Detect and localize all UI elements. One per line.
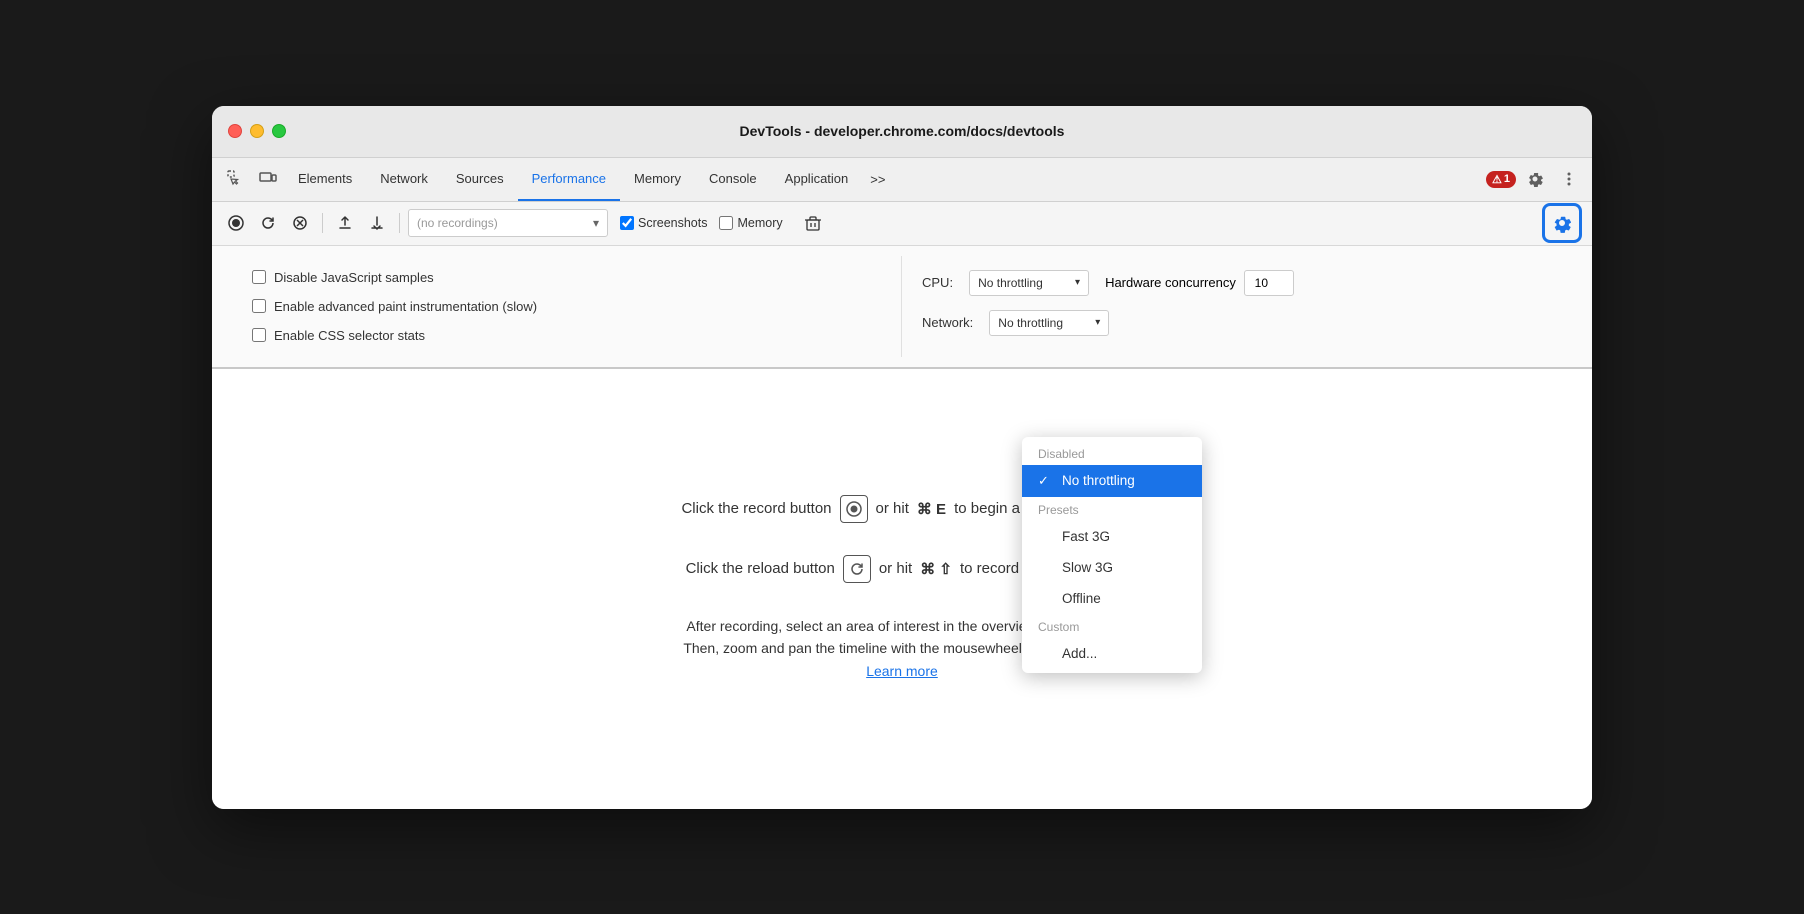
cpu-row: CPU: No throttling ▾ Hardware concurrenc… — [922, 264, 1552, 302]
download-button[interactable] — [363, 209, 391, 237]
slow-3g-option[interactable]: Slow 3G — [1022, 552, 1202, 583]
network-field: Network: No throttling ▾ — [922, 310, 1552, 336]
css-selector-checkbox[interactable] — [252, 328, 266, 342]
toolbar-separator-1 — [322, 213, 323, 233]
recordings-dropdown[interactable]: (no recordings) ▾ — [408, 209, 608, 237]
error-icon: ⚠ — [1492, 173, 1502, 186]
settings-panel: Disable JavaScript samples Enable advanc… — [212, 246, 1592, 369]
network-throttling-dropdown[interactable]: No throttling ▾ — [989, 310, 1109, 336]
css-selector-label[interactable]: Enable CSS selector stats — [252, 328, 572, 343]
toolbar-right — [1542, 203, 1582, 243]
titlebar: DevTools - developer.chrome.com/docs/dev… — [212, 106, 1592, 158]
screenshots-checkbox[interactable] — [620, 216, 634, 230]
adv-paint-row: Enable advanced paint instrumentation (s… — [252, 293, 881, 320]
no-throttling-option[interactable]: ✓ No throttling — [1022, 465, 1202, 497]
close-button[interactable] — [228, 124, 242, 138]
capture-settings-button[interactable] — [1542, 203, 1582, 243]
js-samples-row: Disable JavaScript samples — [252, 264, 881, 291]
checkmark-icon: ✓ — [1038, 473, 1054, 489]
memory-checkbox-label[interactable]: Memory — [719, 216, 782, 230]
disabled-section-label: Disabled — [1022, 441, 1202, 465]
hardware-concurrency-input[interactable] — [1244, 270, 1294, 296]
reload-record-button[interactable] — [254, 209, 282, 237]
chevron-down-icon: ▾ — [593, 216, 599, 230]
hardware-concurrency-field: Hardware concurrency — [1105, 270, 1294, 296]
toolbar-options: Screenshots Memory — [620, 209, 827, 237]
adv-paint-label[interactable]: Enable advanced paint instrumentation (s… — [252, 299, 572, 314]
window-title: DevTools - developer.chrome.com/docs/dev… — [740, 123, 1065, 139]
network-throttling-menu: Disabled ✓ No throttling Presets Fast 3G… — [1022, 437, 1202, 673]
clear-button[interactable] — [286, 209, 314, 237]
record-button[interactable] — [222, 209, 250, 237]
network-label: Network: — [922, 315, 973, 330]
tab-sources[interactable]: Sources — [442, 157, 518, 201]
traffic-lights — [228, 124, 286, 138]
tab-memory[interactable]: Memory — [620, 157, 695, 201]
presets-section-label: Presets — [1022, 497, 1202, 521]
garbage-collect-button[interactable] — [799, 209, 827, 237]
fast-3g-option[interactable]: Fast 3G — [1022, 521, 1202, 552]
reload-kbd-icon — [843, 555, 871, 583]
toolbar-separator-2 — [399, 213, 400, 233]
cpu-label: CPU: — [922, 275, 953, 290]
learn-more-link[interactable]: Learn more — [866, 663, 938, 679]
memory-checkbox[interactable] — [719, 216, 733, 230]
disable-js-label[interactable]: Disable JavaScript samples — [252, 270, 572, 285]
more-tabs-button[interactable]: >> — [862, 166, 893, 193]
main-content: Disabled ✓ No throttling Presets Fast 3G… — [212, 369, 1592, 809]
tab-elements[interactable]: Elements — [284, 157, 366, 201]
record-kbd-icon — [840, 495, 868, 523]
cpu-field: CPU: No throttling ▾ Hardware concurrenc… — [922, 270, 1552, 296]
offline-option[interactable]: Offline — [1022, 583, 1202, 614]
maximize-button[interactable] — [272, 124, 286, 138]
more-options-button[interactable] — [1554, 164, 1584, 194]
settings-left-col: Disable JavaScript samples Enable advanc… — [232, 256, 902, 357]
disable-js-checkbox[interactable] — [252, 270, 266, 284]
tab-performance[interactable]: Performance — [518, 157, 620, 201]
settings-grid: Disable JavaScript samples Enable advanc… — [232, 256, 1572, 357]
screenshots-checkbox-label[interactable]: Screenshots — [620, 216, 707, 230]
performance-toolbar: (no recordings) ▾ Screenshots Memory — [212, 202, 1592, 246]
settings-right-col: CPU: No throttling ▾ Hardware concurrenc… — [902, 256, 1572, 357]
device-toggle-icon[interactable] — [252, 163, 284, 195]
tabbar-right: ⚠ 1 — [1486, 164, 1584, 194]
adv-paint-checkbox[interactable] — [252, 299, 266, 313]
error-badge[interactable]: ⚠ 1 — [1486, 171, 1516, 188]
settings-button[interactable] — [1520, 164, 1550, 194]
minimize-button[interactable] — [250, 124, 264, 138]
tab-network[interactable]: Network — [366, 157, 442, 201]
tab-console[interactable]: Console — [695, 157, 771, 201]
tab-application[interactable]: Application — [771, 157, 863, 201]
network-dropdown-chevron: ▾ — [1095, 317, 1100, 328]
custom-section-label: Custom — [1022, 614, 1202, 638]
css-selector-row: Enable CSS selector stats — [252, 322, 881, 349]
network-row: Network: No throttling ▾ — [922, 304, 1552, 342]
cpu-dropdown-chevron: ▾ — [1075, 277, 1080, 288]
devtools-window: DevTools - developer.chrome.com/docs/dev… — [212, 106, 1592, 809]
cpu-throttling-dropdown[interactable]: No throttling ▾ — [969, 270, 1089, 296]
add-option[interactable]: Add... — [1022, 638, 1202, 669]
inspect-icon[interactable] — [220, 163, 252, 195]
upload-button[interactable] — [331, 209, 359, 237]
tabbar: Elements Network Sources Performance Mem… — [212, 158, 1592, 202]
